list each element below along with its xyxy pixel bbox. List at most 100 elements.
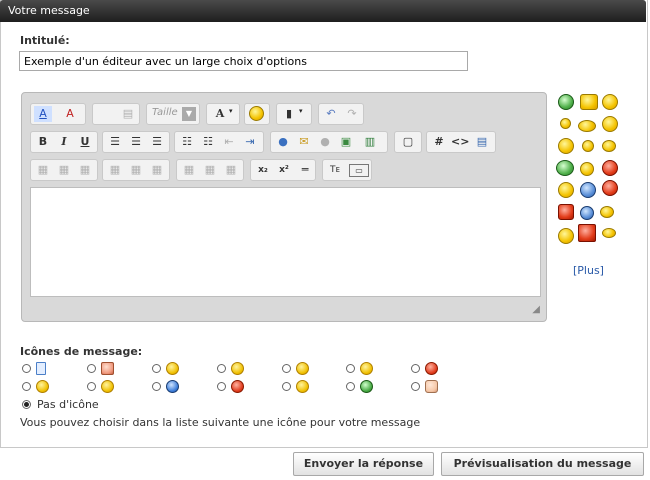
smiley-icon[interactable] [580, 182, 596, 198]
smiley-icon[interactable] [580, 162, 594, 176]
align-center-icon[interactable]: ☰ [127, 134, 145, 150]
hash-button[interactable]: # [430, 134, 448, 150]
post-icon-radio[interactable] [282, 382, 291, 391]
toolbar-group: B I U [30, 131, 98, 153]
horizontal-rule-icon[interactable]: ═ [296, 162, 314, 178]
source-icon[interactable]: ▭ [349, 164, 369, 177]
smiley-icon[interactable] [602, 160, 618, 176]
paste-icon[interactable]: ▤ [119, 106, 137, 122]
code-button[interactable]: <> [451, 134, 469, 150]
underline-button[interactable]: U [76, 134, 94, 150]
smilies-panel [556, 92, 626, 252]
table-props-icon[interactable]: ▦ [180, 162, 198, 178]
smiley-icon[interactable] [558, 182, 574, 198]
php-icon[interactable]: ▤ [473, 134, 491, 150]
message-textarea[interactable] [30, 187, 541, 297]
table-cell-icon[interactable]: ▦ [106, 162, 124, 178]
italic-button[interactable]: I [55, 134, 73, 150]
font-color-button[interactable]: A ▾ [206, 103, 240, 125]
smile-icon [166, 362, 179, 375]
align-left-icon[interactable]: ☰ [106, 134, 124, 150]
smiley-icon[interactable] [578, 120, 596, 132]
smiley-icon[interactable] [556, 160, 574, 176]
post-icons-help: Vous pouvez choisir dans la liste suivan… [20, 416, 421, 429]
toolbar-group: ● ✉ ● ▣ ▥ [270, 131, 388, 153]
smiley-icon[interactable] [602, 116, 618, 132]
redo-icon[interactable]: ↷ [343, 106, 361, 122]
grin-icon [231, 362, 244, 375]
post-icon-radio[interactable] [346, 364, 355, 373]
remove-format-icon[interactable]: A [61, 106, 79, 122]
outdent-icon[interactable]: ⇤ [220, 134, 238, 150]
quote-icon[interactable]: ▢ [399, 134, 417, 150]
exclamation-icon [231, 380, 244, 393]
clipboard-icon[interactable]: ▮ [280, 106, 298, 122]
toolbar-group: ▦ ▦ ▦ [176, 159, 244, 181]
post-icon-radio[interactable] [411, 364, 420, 373]
table-row-icon[interactable]: ▦ [55, 162, 73, 178]
video-icon[interactable]: ▥ [361, 134, 379, 150]
smiley-icon[interactable] [578, 224, 596, 242]
toolbar-group: ▮ ▾ [276, 103, 312, 125]
preview-button[interactable]: Prévisualisation du message [441, 452, 644, 476]
unordered-list-icon[interactable]: ☷ [199, 134, 217, 150]
plain-text-button[interactable]: Tᴇ [326, 162, 344, 178]
table-delete-icon[interactable]: ▦ [201, 162, 219, 178]
superscript-button[interactable]: x² [275, 162, 293, 178]
post-icon-radio[interactable] [152, 382, 161, 391]
toolbar-group: A A [30, 103, 86, 125]
subject-label: Intitulé: [20, 34, 70, 47]
link-icon[interactable]: ● [274, 134, 292, 150]
subscript-button[interactable]: x₂ [254, 162, 272, 178]
ordered-list-icon[interactable]: ☷ [178, 134, 196, 150]
post-icon-radio[interactable] [217, 364, 226, 373]
font-size-select[interactable]: Taille ▼ [146, 103, 200, 125]
smiley-icon[interactable] [580, 94, 598, 110]
table-split-icon[interactable]: ▦ [148, 162, 166, 178]
post-icon-radio[interactable] [411, 382, 420, 391]
post-icon-radio[interactable] [87, 364, 96, 373]
dropdown-arrow-icon: ▾ [299, 107, 303, 115]
arrow-icon [101, 362, 114, 375]
smiley-icon[interactable] [582, 140, 594, 152]
font-color-icon: A [215, 107, 225, 120]
post-icon-radio[interactable] [346, 382, 355, 391]
smiley-icon[interactable] [560, 118, 571, 129]
smiley-icon[interactable] [602, 140, 616, 152]
align-right-icon[interactable]: ☰ [148, 134, 166, 150]
smiley-icon[interactable] [600, 206, 614, 218]
post-icon-radio[interactable] [87, 382, 96, 391]
smiley-icon[interactable] [558, 138, 574, 154]
smiley-icon[interactable] [580, 206, 594, 220]
smiley-insert-icon[interactable] [249, 106, 264, 121]
post-icon-radio[interactable] [152, 364, 161, 373]
smiley-icon[interactable] [558, 228, 574, 244]
switch-mode-icon[interactable]: A [34, 106, 52, 122]
dropdown-arrow-icon: ▾ [229, 107, 233, 115]
smiley-icon[interactable] [602, 94, 618, 110]
post-icon-radio[interactable] [22, 364, 31, 373]
indent-icon[interactable]: ⇥ [241, 134, 259, 150]
table-merge-icon[interactable]: ▦ [127, 162, 145, 178]
smiley-icon[interactable] [602, 180, 618, 196]
subject-input[interactable] [19, 51, 468, 71]
more-smilies-link[interactable]: [Plus] [573, 264, 604, 277]
email-icon[interactable]: ✉ [295, 134, 313, 150]
no-icon-radio[interactable] [22, 400, 31, 409]
table-col-icon[interactable]: ▦ [76, 162, 94, 178]
post-icon-radio[interactable] [282, 364, 291, 373]
resize-grip-icon[interactable]: ◢ [532, 304, 540, 315]
toolbar-group: Tᴇ ▭ [322, 159, 372, 181]
smiley-icon[interactable] [558, 94, 574, 110]
submit-reply-button[interactable]: Envoyer la réponse [293, 452, 434, 476]
table-paste-icon[interactable]: ▦ [222, 162, 240, 178]
table-icon[interactable]: ▦ [34, 162, 52, 178]
post-icon-radio[interactable] [217, 382, 226, 391]
bold-button[interactable]: B [34, 134, 52, 150]
smiley-icon[interactable] [602, 228, 616, 238]
unlink-icon[interactable]: ● [316, 134, 334, 150]
post-icon-radio[interactable] [22, 382, 31, 391]
smiley-icon[interactable] [558, 204, 574, 220]
undo-icon[interactable]: ↶ [322, 106, 340, 122]
image-icon[interactable]: ▣ [337, 134, 355, 150]
